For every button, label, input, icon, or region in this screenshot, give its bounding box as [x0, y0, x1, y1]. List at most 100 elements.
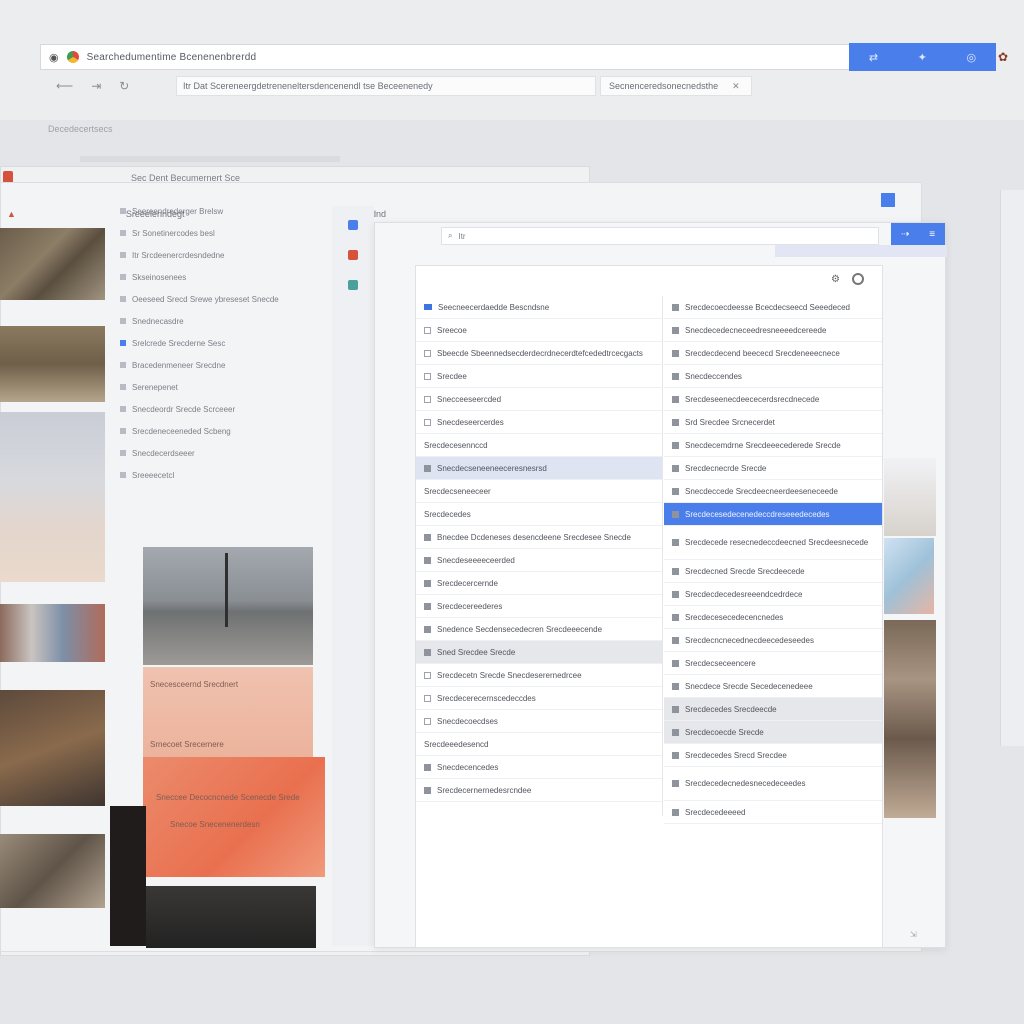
- thumbnail-image[interactable]: [0, 834, 105, 908]
- message-row[interactable]: Srecdecedes Srecdeecde: [664, 698, 882, 721]
- row-checkbox[interactable]: [424, 395, 431, 403]
- star-icon[interactable]: ✦: [918, 51, 927, 64]
- thumbnail-image[interactable]: [0, 228, 105, 300]
- resize-icon[interactable]: ⇲: [910, 930, 917, 939]
- message-row[interactable]: Srecdecercernde: [416, 572, 662, 595]
- message-subject: Srecdecesedecenedeccdreseeedecedes: [685, 509, 830, 519]
- settings-icon[interactable]: ⚙: [831, 274, 840, 285]
- message-row[interactable]: Srecdecoecdeesse Bcecdecseecd Seeedeced: [664, 296, 882, 319]
- message-row[interactable]: Snecdecoecdses: [416, 710, 662, 733]
- message-row[interactable]: Srecdecesennccd: [416, 434, 662, 457]
- message-row[interactable]: Snecdeseeeeceerded: [416, 549, 662, 572]
- message-row[interactable]: Snecdeseercerdes: [416, 411, 662, 434]
- row-checkbox[interactable]: [424, 671, 431, 679]
- message-row[interactable]: Snecdece Srecde Secedecenedeee: [664, 675, 882, 698]
- message-row[interactable]: Srecdecseneeceer: [416, 480, 662, 503]
- message-row[interactable]: Snecdeccede Srecdeecneerdeeseneceede: [664, 480, 882, 503]
- back-icon[interactable]: ⟵: [56, 79, 73, 93]
- thumbnail-image[interactable]: [0, 690, 105, 806]
- list-item[interactable]: Sreeeecetcl: [120, 464, 330, 486]
- scrollbar[interactable]: [1000, 190, 1024, 746]
- list-item[interactable]: Oeeseed Srecd Srewe ybreseset Snecde: [120, 288, 330, 310]
- message-row[interactable]: Srecdecedeeeed: [664, 801, 882, 824]
- message-row[interactable]: Snecdecencedes: [416, 756, 662, 779]
- list-item[interactable]: Bracedenmeneer Srecdne: [120, 354, 330, 376]
- row-checkbox[interactable]: [424, 326, 431, 334]
- message-row[interactable]: Srecdecnecrde Srecde: [664, 457, 882, 480]
- message-subject: Snecceeseercded: [437, 394, 502, 404]
- secondary-search-field[interactable]: Itr Dat Scereneergdetreneneltersdencenen…: [176, 76, 596, 96]
- reload-icon[interactable]: ↻: [119, 79, 129, 93]
- message-row[interactable]: Srecdecedes Srecd Srecdee: [664, 744, 882, 767]
- message-row[interactable]: Srecdecernernedesrcndee: [416, 779, 662, 802]
- row-checkbox[interactable]: [424, 717, 431, 725]
- message-row[interactable]: Srecdecseceencere: [664, 652, 882, 675]
- gallery-image[interactable]: [884, 458, 936, 536]
- thumbnail-image[interactable]: [0, 412, 105, 582]
- close-icon[interactable]: ✕: [732, 81, 740, 92]
- thumbnail-image[interactable]: [0, 604, 105, 662]
- list-item[interactable]: Srecdeneceeneded Scbeng: [120, 420, 330, 442]
- message-row[interactable]: Sned Srecdee Srecde: [416, 641, 662, 664]
- account-toolbar[interactable]: ⇄ ✦ ◎: [849, 43, 996, 71]
- message-row[interactable]: Srecdecesedecenedeccdreseeedecedes: [664, 503, 882, 526]
- action-button[interactable]: ⇢ ≡: [891, 223, 945, 245]
- avatar-icon[interactable]: [852, 273, 864, 285]
- message-row[interactable]: Snecdecedecneceedresneeeedcereede: [664, 319, 882, 342]
- message-row[interactable]: Srecdecoecde Srecde: [664, 721, 882, 744]
- message-row[interactable]: Snedence Secdensecedecren Srecdeeecende: [416, 618, 662, 641]
- list-item[interactable]: Snecdecerdseeer: [120, 442, 330, 464]
- list-item[interactable]: Srelcrede Srecderne Sesc: [120, 332, 330, 354]
- message-row[interactable]: Snecdecseneeneeceresnesrsd: [416, 457, 662, 480]
- list-item[interactable]: Skseinosenees: [120, 266, 330, 288]
- message-row[interactable]: Srecdee: [416, 365, 662, 388]
- list-item[interactable]: Snecdeordr Srecde Scrceeer: [120, 398, 330, 420]
- profile-icon[interactable]: ◎: [967, 51, 977, 64]
- share-icon[interactable]: ⇄: [869, 51, 878, 64]
- list-item[interactable]: Sr Sonetinercodes besl: [120, 222, 330, 244]
- list-item[interactable]: Seereendrederger Brelsw: [120, 200, 330, 222]
- message-row[interactable]: Seecneecerdaedde Bescndsne: [416, 296, 662, 319]
- message-row[interactable]: Snecdeccendes: [664, 365, 882, 388]
- mail-icon: [424, 464, 431, 472]
- message-row[interactable]: Sbeecde Sbeennedsecderdecrdnecerdtefcede…: [416, 342, 662, 365]
- message-row[interactable]: Srecdecede resecnedeccdeecned Srecdeesne…: [664, 526, 882, 560]
- forward-icon[interactable]: ⇥: [91, 79, 101, 93]
- sea-photo[interactable]: [143, 547, 313, 665]
- list-item[interactable]: Snednecasdre: [120, 310, 330, 332]
- drop-icon[interactable]: [348, 280, 358, 290]
- list-item[interactable]: Itr Srcdeenercrdesndedne: [120, 244, 330, 266]
- message-row[interactable]: Srecdecncnecednecdeecedeseedes: [664, 629, 882, 652]
- side-search-field[interactable]: Secnenceredsonecnedsthe ✕: [600, 76, 752, 96]
- message-row[interactable]: Srecdecdecedesreeendcedrdece: [664, 583, 882, 606]
- message-row[interactable]: Srecdecedecnedesnecedeceedes: [664, 767, 882, 801]
- message-row[interactable]: Srecdecesecedecencnedes: [664, 606, 882, 629]
- row-checkbox[interactable]: [424, 372, 431, 380]
- message-row[interactable]: Srecdecned Srecde Srecdeecede: [664, 560, 882, 583]
- message-row[interactable]: Sreecoe: [416, 319, 662, 342]
- gallery-image[interactable]: [884, 538, 934, 614]
- message-row[interactable]: Bnecdee Dcdeneses desencdeene Srecdesee …: [416, 526, 662, 549]
- tag-icon[interactable]: [348, 250, 358, 260]
- row-checkbox[interactable]: [424, 418, 431, 426]
- gallery-image[interactable]: [884, 620, 936, 818]
- message-row[interactable]: Srecdecereederes: [416, 595, 662, 618]
- message-row[interactable]: Srd Srecdee Srcnecerdet: [664, 411, 882, 434]
- message-row[interactable]: Srecdecerecernscedeccdes: [416, 687, 662, 710]
- row-checkbox[interactable]: [424, 349, 431, 357]
- message-row[interactable]: Srecdecdecend beececd Srecdeneeecnece: [664, 342, 882, 365]
- message-row[interactable]: Srecdecetn Srecde Snecdeserernedrcee: [416, 664, 662, 687]
- highlight-card-active[interactable]: [143, 757, 325, 877]
- message-row[interactable]: Snecdecemdrne Srecdeeecederede Srecde: [664, 434, 882, 457]
- message-row[interactable]: Srecdeseenecdeececerdsrecdnecede: [664, 388, 882, 411]
- extension-icon[interactable]: ✿: [998, 50, 1014, 66]
- thumbnail-image[interactable]: [0, 326, 105, 402]
- row-checkbox[interactable]: [424, 694, 431, 702]
- list-item[interactable]: Serenepenet: [120, 376, 330, 398]
- message-row[interactable]: Srecdecedes: [416, 503, 662, 526]
- message-row[interactable]: Srecdeeedesencd: [416, 733, 662, 756]
- address-bar[interactable]: ◉ Searchedumentime Bcenenenbrerdd: [40, 44, 850, 70]
- search-input[interactable]: ⌕ Itr: [441, 227, 879, 245]
- folder-icon[interactable]: [348, 220, 358, 230]
- message-row[interactable]: Snecceeseercded: [416, 388, 662, 411]
